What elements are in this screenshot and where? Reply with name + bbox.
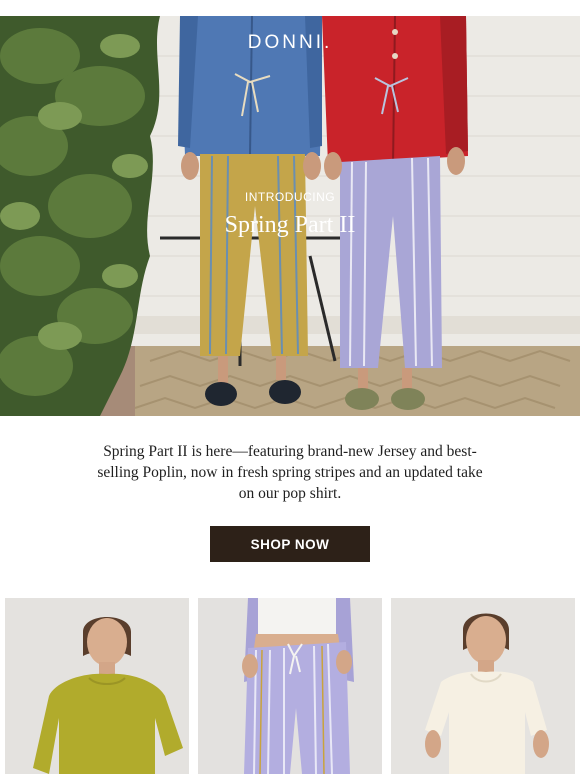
hero-banner[interactable]: DONNI. INTRODUCING Spring Part II bbox=[0, 16, 580, 416]
hero-eyebrow: INTRODUCING bbox=[244, 190, 336, 204]
product-tile-poplin-pants[interactable] bbox=[198, 598, 382, 774]
intro-paragraph: Spring Part II is here—featuring brand-n… bbox=[97, 443, 483, 502]
product-tile-cream-tee[interactable] bbox=[391, 598, 575, 774]
brand-logo[interactable]: DONNI. bbox=[0, 32, 580, 54]
product-image bbox=[198, 598, 382, 774]
hero-headline: Spring Part II bbox=[224, 212, 356, 238]
product-image bbox=[391, 598, 575, 774]
product-image bbox=[5, 598, 189, 774]
product-tile-jersey-top[interactable] bbox=[5, 598, 189, 774]
shop-now-button[interactable]: SHOP NOW bbox=[210, 526, 370, 562]
